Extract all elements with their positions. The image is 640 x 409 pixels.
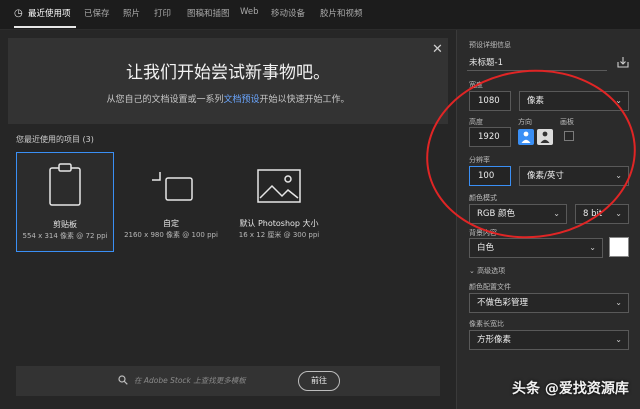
artboard-checkbox[interactable]: [564, 131, 574, 141]
main-panel: 让我们开始尝试新事物吧。 从您自己的文档设置或一系列文档预设开始以快速开始工作。…: [0, 30, 456, 409]
resolution-label: 分辨率: [469, 156, 490, 164]
stock-search-input[interactable]: 在 Adobe Stock 上查找更多模板: [134, 375, 246, 386]
tab-web[interactable]: Web: [240, 7, 259, 17]
color-profile-label: 颜色配置文件: [469, 283, 511, 291]
tab-saved[interactable]: 已保存: [84, 7, 110, 19]
recent-item-clipboard[interactable]: 剪贴板 554 x 314 像素 @ 72 ppi: [16, 152, 114, 252]
recent-item-name: 剪贴板: [53, 220, 77, 229]
advanced-options-label: 高级选项: [477, 267, 506, 275]
background-value: 白色: [477, 243, 495, 253]
landscape-orientation-icon[interactable]: [537, 129, 553, 145]
welcome-subtitle: 从您自己的文档设置或一系列文档预设开始以快速开始工作。: [8, 92, 448, 105]
custom-crop-icon: [152, 172, 193, 201]
save-preset-icon[interactable]: [617, 56, 629, 68]
subtitle-text-end: 开始以快速开始工作。: [259, 95, 350, 105]
tab-photo[interactable]: 照片: [123, 7, 140, 19]
chevron-down-icon: ⌄: [615, 298, 622, 307]
height-label: 高度: [469, 118, 483, 126]
welcome-title: 让我们开始尝试新事物吧。: [126, 63, 330, 83]
width-label: 宽度: [469, 81, 483, 89]
background-color-swatch[interactable]: [609, 237, 629, 257]
search-icon: [118, 375, 128, 385]
resolution-unit-value: 像素/英寸: [527, 171, 564, 181]
recent-item-custom[interactable]: 自定 2160 x 980 像素 @ 100 ppi: [122, 152, 220, 252]
clock-icon: ◷: [14, 8, 23, 19]
width-input[interactable]: 1080: [469, 91, 511, 111]
chevron-down-icon: ⌄: [553, 209, 560, 218]
preset-details-header: 预设详细信息: [469, 41, 511, 49]
color-profile-value: 不做色彩管理: [477, 298, 529, 308]
portrait-orientation-icon[interactable]: [518, 129, 534, 145]
welcome-banner: 让我们开始尝试新事物吧。 从您自己的文档设置或一系列文档预设开始以快速开始工作。…: [8, 38, 448, 124]
bit-depth-select[interactable]: 8 bit ⌄: [575, 204, 629, 224]
bit-depth-value: 8 bit: [583, 209, 603, 219]
color-mode-label: 颜色模式: [469, 194, 497, 202]
chevron-down-icon: ⌄: [615, 335, 622, 344]
background-label: 背景内容: [469, 229, 497, 237]
clipboard-icon: [49, 163, 81, 206]
resolution-input[interactable]: 100: [469, 166, 511, 186]
recent-item-meta: 554 x 314 像素 @ 72 ppi: [22, 232, 108, 240]
tab-mobile[interactable]: 移动设备: [271, 7, 305, 19]
recent-item-meta: 2160 x 980 像素 @ 100 ppi: [124, 231, 218, 239]
orientation-label: 方向: [518, 118, 532, 126]
resolution-unit-select[interactable]: 像素/英寸 ⌄: [519, 166, 629, 186]
color-mode-value: RGB 颜色: [477, 209, 516, 219]
document-name-underline: [467, 70, 607, 71]
pixel-aspect-label: 像素长宽比: [469, 320, 504, 328]
preset-details-panel: 预设详细信息 未标题-1 宽度 1080 像素 ⌄ 高度 方向 画板 1920 …: [456, 30, 640, 409]
pixel-aspect-select[interactable]: 方形像素 ⌄: [469, 330, 629, 350]
recent-items-title: 您最近使用的项目 (3): [16, 135, 94, 144]
document-name-field[interactable]: 未标题-1: [469, 56, 503, 68]
advanced-options-toggle[interactable]: ⌄ 高级选项: [469, 266, 505, 276]
color-profile-select[interactable]: 不做色彩管理 ⌄: [469, 293, 629, 313]
top-tab-bar: ◷ 最近使用项 已保存 照片 打印 图稿和插图 Web 移动设备 胶片和视频: [0, 0, 640, 30]
chevron-down-icon: ⌄: [615, 171, 622, 180]
chevron-down-icon: ⌄: [615, 209, 622, 218]
recent-item-name: 默认 Photoshop 大小: [239, 219, 319, 228]
preset-link[interactable]: 文档预设: [223, 95, 259, 105]
subtitle-text: 从您自己的文档设置或一系列: [106, 95, 224, 105]
active-tab-indicator: [14, 26, 76, 28]
image-icon: [257, 169, 301, 203]
chevron-down-icon: ⌄: [615, 96, 622, 105]
background-select[interactable]: 白色 ⌄: [469, 238, 603, 258]
artboard-label: 画板: [560, 118, 574, 126]
tab-print[interactable]: 打印: [154, 7, 171, 19]
tab-film-video[interactable]: 胶片和视频: [320, 7, 363, 19]
pixel-aspect-value: 方形像素: [477, 335, 512, 345]
recent-item-default-photoshop[interactable]: 默认 Photoshop 大小 16 x 12 厘米 @ 300 ppi: [230, 152, 328, 252]
close-icon[interactable]: ✕: [432, 42, 443, 57]
recent-item-name: 自定: [163, 219, 179, 228]
watermark-text: 头条 @爱找资源库: [512, 381, 629, 397]
go-button[interactable]: 前往: [298, 371, 340, 391]
recent-item-meta: 16 x 12 厘米 @ 300 ppi: [238, 231, 320, 239]
chevron-down-icon: ⌄: [589, 243, 596, 252]
width-unit-value: 像素: [527, 96, 545, 106]
width-unit-select[interactable]: 像素 ⌄: [519, 91, 629, 111]
tab-art-illustration[interactable]: 图稿和插图: [187, 7, 230, 19]
stock-search-bar: 在 Adobe Stock 上查找更多模板 前往: [16, 366, 440, 396]
tab-recent[interactable]: 最近使用项: [28, 7, 71, 19]
height-input[interactable]: 1920: [469, 127, 511, 147]
color-mode-select[interactable]: RGB 颜色 ⌄: [469, 204, 567, 224]
